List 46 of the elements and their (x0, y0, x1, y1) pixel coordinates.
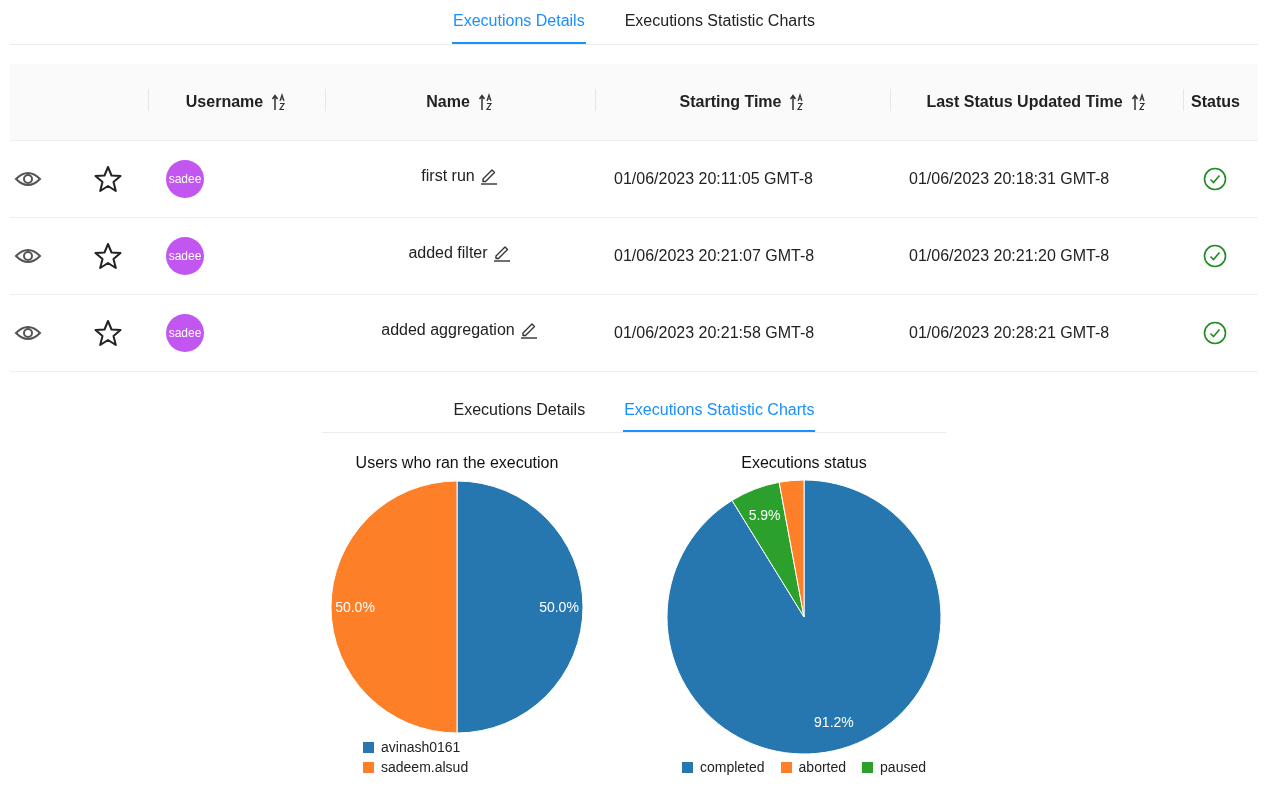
sort-icon[interactable] (271, 93, 288, 111)
user-avatar: sadee (166, 237, 204, 275)
table-cell: 01/06/2023 20:21:58 GMT-8 (614, 324, 815, 342)
pencil-icon[interactable] (491, 244, 512, 262)
column-header: Starting Time (679, 93, 782, 111)
execution-name: added aggregation (381, 321, 515, 339)
table-cell: 01/06/2023 20:11:05 GMT-8 (614, 170, 813, 188)
eye-icon[interactable] (14, 323, 42, 343)
eye-icon[interactable] (14, 169, 42, 189)
legend-label: avinash0161 (381, 739, 461, 755)
star-icon[interactable] (94, 165, 122, 193)
table-cell: 01/06/2023 20:28:21 GMT-8 (909, 324, 1110, 342)
tab[interactable]: Executions Details (452, 390, 587, 432)
column-header: Username (185, 93, 264, 111)
table-cell: 01/06/2023 20:18:31 GMT-8 (909, 170, 1110, 188)
execution-name: added filter (408, 244, 488, 262)
data-label: 5.9% (748, 506, 781, 523)
user-avatar: sadee (166, 160, 204, 198)
star-icon[interactable] (94, 242, 122, 270)
chart-title: Executions status (741, 454, 867, 473)
column-header: Name (426, 93, 470, 111)
execution-name: first run (421, 167, 475, 185)
check-circle-icon (1203, 244, 1227, 268)
check-circle-icon (1203, 167, 1227, 191)
user-avatar: sadee (166, 314, 204, 352)
sort-icon[interactable] (477, 93, 494, 111)
data-label: 50.0% (335, 599, 375, 615)
data-label: 91.2% (814, 714, 854, 731)
pencil-icon[interactable] (478, 167, 499, 185)
pencil-icon[interactable] (518, 321, 539, 339)
table-cell: 01/06/2023 20:21:07 GMT-8 (614, 247, 815, 265)
legend-label: aborted (798, 759, 847, 775)
sort-icon[interactable] (789, 93, 806, 111)
check-circle-icon (1203, 321, 1227, 345)
column-header: Status (1191, 93, 1240, 111)
table-cell: 01/06/2023 20:21:20 GMT-8 (909, 247, 1110, 265)
legend-label: paused (880, 759, 926, 775)
star-icon[interactable] (94, 319, 122, 347)
eye-icon[interactable] (14, 246, 42, 266)
column-header: Last Status Updated Time (926, 93, 1123, 111)
tab[interactable]: Executions Statistic Charts (623, 0, 816, 44)
sort-icon[interactable] (1130, 93, 1147, 111)
legend-label: sadeem.alsud (381, 759, 469, 775)
data-label: 50.0% (539, 599, 579, 615)
chart-title: Users who ran the execution (355, 454, 559, 473)
legend-label: completed (700, 759, 765, 775)
